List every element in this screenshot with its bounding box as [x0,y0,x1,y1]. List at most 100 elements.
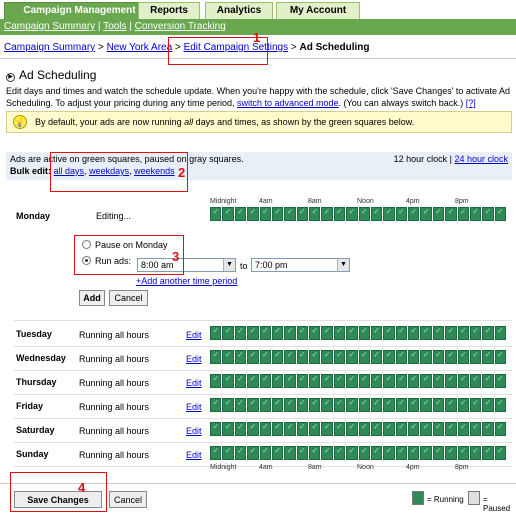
hour-cell-running[interactable] [210,374,222,388]
add-button[interactable]: Add [79,290,105,306]
clock-24-link[interactable]: 24 hour clock [454,154,508,164]
hour-cell-running[interactable] [395,326,407,340]
hour-cell-running[interactable] [321,350,333,364]
hour-cell-running[interactable] [432,374,445,388]
hour-cell-running[interactable] [370,422,383,436]
hour-cell-running[interactable] [333,326,346,340]
hour-cell-running[interactable] [321,207,333,221]
hour-grid-wednesday[interactable] [210,350,506,364]
hour-cell-running[interactable] [222,207,234,221]
hour-cell-running[interactable] [482,422,494,436]
hour-cell-running[interactable] [420,326,432,340]
hour-cell-running[interactable] [469,350,482,364]
hour-cell-running[interactable] [271,446,284,460]
hour-cell-running[interactable] [321,422,333,436]
hour-cell-running[interactable] [210,398,222,412]
hour-cell-running[interactable] [284,326,296,340]
hour-cell-running[interactable] [358,446,370,460]
hour-cell-running[interactable] [259,350,271,364]
hour-cell-running[interactable] [210,422,222,436]
hour-cell-running[interactable] [445,374,457,388]
hour-cell-running[interactable] [432,350,445,364]
hour-grid-tuesday[interactable] [210,326,506,340]
hour-cell-running[interactable] [482,398,494,412]
hour-cell-running[interactable] [482,326,494,340]
hour-cell-running[interactable] [296,207,308,221]
hour-cell-running[interactable] [457,398,469,412]
hour-cell-running[interactable] [432,398,445,412]
hour-cell-running[interactable] [247,350,259,364]
hour-cell-running[interactable] [457,350,469,364]
hour-cell-running[interactable] [333,207,346,221]
hour-grid-saturday[interactable] [210,422,506,436]
hour-cell-running[interactable] [469,446,482,460]
hour-cell-running[interactable] [234,326,247,340]
hour-cell-running[interactable] [420,374,432,388]
hour-cell-running[interactable] [358,326,370,340]
hour-cell-running[interactable] [494,326,506,340]
hour-cell-running[interactable] [259,374,271,388]
hour-cell-running[interactable] [346,350,358,364]
edit-saturday-link[interactable]: Edit [186,426,202,436]
hour-cell-running[interactable] [259,446,271,460]
hour-cell-running[interactable] [271,207,284,221]
hour-cell-running[interactable] [210,446,222,460]
hour-cell-running[interactable] [358,398,370,412]
hour-cell-running[interactable] [482,350,494,364]
hour-cell-running[interactable] [445,422,457,436]
subnav-campaign-summary[interactable]: Campaign Summary [4,21,95,32]
hour-cell-running[interactable] [234,207,247,221]
hour-cell-running[interactable] [383,207,395,221]
hour-cell-running[interactable] [457,207,469,221]
hour-cell-running[interactable] [420,350,432,364]
hour-cell-running[interactable] [234,422,247,436]
hour-cell-running[interactable] [358,422,370,436]
hour-cell-running[interactable] [420,398,432,412]
hour-cell-running[interactable] [494,374,506,388]
hour-cell-running[interactable] [222,374,234,388]
hour-cell-running[interactable] [395,207,407,221]
hour-cell-running[interactable] [408,422,420,436]
edit-tuesday-link[interactable]: Edit [186,330,202,340]
hour-cell-running[interactable] [408,350,420,364]
hour-cell-running[interactable] [408,326,420,340]
edit-wednesday-link[interactable]: Edit [186,354,202,364]
hour-grid-monday[interactable] [210,207,506,221]
hour-cell-running[interactable] [247,207,259,221]
hour-cell-running[interactable] [494,398,506,412]
hour-cell-running[interactable] [247,446,259,460]
hour-cell-running[interactable] [309,350,321,364]
edit-sunday-link[interactable]: Edit [186,450,202,460]
hour-cell-running[interactable] [432,446,445,460]
subnav-tools[interactable]: Tools [103,21,126,32]
hour-cell-running[interactable] [408,398,420,412]
hour-cell-running[interactable] [346,374,358,388]
hour-cell-running[interactable] [494,422,506,436]
advanced-mode-link[interactable]: switch to advanced mode [237,98,339,108]
hour-cell-running[interactable] [469,326,482,340]
hour-cell-running[interactable] [247,422,259,436]
hour-cell-running[interactable] [469,374,482,388]
hour-cell-running[interactable] [358,207,370,221]
hour-cell-running[interactable] [296,446,308,460]
hour-cell-running[interactable] [321,446,333,460]
hour-cell-running[interactable] [358,350,370,364]
hour-cell-running[interactable] [370,207,383,221]
hour-cell-running[interactable] [234,398,247,412]
hour-cell-running[interactable] [259,207,271,221]
hour-cell-running[interactable] [333,446,346,460]
tab-reports[interactable]: Reports [138,2,200,19]
hour-cell-running[interactable] [346,207,358,221]
tab-campaign-management[interactable]: Campaign Management [4,2,155,19]
hour-cell-running[interactable] [408,446,420,460]
hour-grid-sunday[interactable] [210,446,506,460]
edit-friday-link[interactable]: Edit [186,402,202,412]
hour-cell-running[interactable] [222,326,234,340]
hour-cell-running[interactable] [469,422,482,436]
hour-cell-running[interactable] [383,326,395,340]
hour-cell-running[interactable] [346,446,358,460]
hour-cell-running[interactable] [284,398,296,412]
hour-cell-running[interactable] [284,422,296,436]
cancel-button[interactable]: Cancel [109,491,147,508]
hour-cell-running[interactable] [395,422,407,436]
